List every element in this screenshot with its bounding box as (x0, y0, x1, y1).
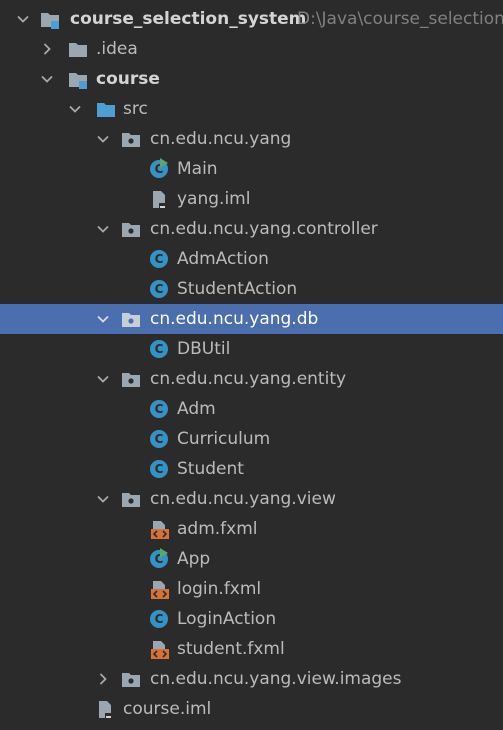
tree-label: yang.iml (177, 189, 251, 209)
tree-label: Adm (177, 399, 216, 419)
folder-icon (68, 40, 88, 58)
package-icon (121, 370, 141, 388)
tree-row-adm-action[interactable]: C AdmAction (0, 244, 503, 274)
tree-row-login-action[interactable]: C LoginAction (0, 604, 503, 634)
tree-label: cn.edu.ncu.yang.view (150, 489, 336, 509)
tree-label: course.iml (123, 699, 212, 719)
tree-row-dbutil[interactable]: C DBUtil (0, 334, 503, 364)
tree-label: App (177, 549, 211, 569)
chevron-down-icon[interactable] (94, 124, 112, 154)
fxml-file-icon (150, 520, 170, 539)
tree-label: course (96, 69, 160, 89)
tree-label: AdmAction (177, 249, 269, 269)
package-icon (121, 130, 141, 148)
tree-label: student.fxml (177, 639, 285, 659)
tree-row-adm-fxml[interactable]: adm.fxml (0, 514, 503, 544)
tree-row-root[interactable]: course_selection_system D:\Java\course_s… (0, 4, 503, 34)
tree-label: cn.edu.ncu.yang.controller (150, 219, 378, 239)
chevron-down-icon[interactable] (38, 64, 56, 94)
tree-row-package-yang[interactable]: cn.edu.ncu.yang (0, 124, 503, 154)
tree-row-curriculum[interactable]: C Curriculum (0, 424, 503, 454)
chevron-down-icon[interactable] (94, 214, 112, 244)
root-path: D:\Java\course_selection (297, 9, 503, 29)
tree-label: src (123, 99, 148, 119)
class-icon: C (150, 460, 168, 478)
fxml-file-icon (150, 640, 170, 659)
tree-label: StudentAction (177, 279, 298, 299)
tree-row-src[interactable]: src (0, 94, 503, 124)
tree-row-package-entity[interactable]: cn.edu.ncu.yang.entity (0, 364, 503, 394)
chevron-down-icon[interactable] (94, 364, 112, 394)
tree-label: Student (177, 459, 244, 479)
tree-row-package-controller[interactable]: cn.edu.ncu.yang.controller (0, 214, 503, 244)
tree-label: LoginAction (177, 609, 277, 629)
fxml-file-icon (150, 580, 170, 599)
tree-row-package-view-images[interactable]: cn.edu.ncu.yang.view.images (0, 664, 503, 694)
class-icon: C (150, 280, 168, 298)
tree-row-main[interactable]: C Main (0, 154, 503, 184)
tree-row-course[interactable]: course (0, 64, 503, 94)
source-folder-icon (96, 100, 116, 118)
tree-label: cn.edu.ncu.yang.view.images (150, 669, 402, 689)
tree-row-idea[interactable]: .idea (0, 34, 503, 64)
tree-row-adm[interactable]: C Adm (0, 394, 503, 424)
tree-row-login-fxml[interactable]: login.fxml (0, 574, 503, 604)
tree-label: cn.edu.ncu.yang (150, 129, 292, 149)
root-label: course_selection_system (70, 9, 307, 29)
tree-label: .idea (96, 39, 138, 59)
chevron-down-icon[interactable] (66, 94, 84, 124)
project-tree: course_selection_system D:\Java\course_s… (0, 4, 503, 724)
module-folder-icon (68, 70, 88, 89)
tree-label: cn.edu.ncu.yang.db (150, 309, 319, 329)
chevron-down-icon[interactable] (94, 484, 112, 514)
runnable-class-icon: C (150, 158, 168, 178)
tree-label: login.fxml (177, 579, 262, 599)
tree-label: Main (177, 159, 218, 179)
package-icon (121, 310, 141, 328)
class-icon: C (150, 340, 168, 358)
tree-label: Curriculum (177, 429, 271, 449)
runnable-class-icon: C (150, 548, 168, 568)
tree-label: cn.edu.ncu.yang.entity (150, 369, 347, 389)
chevron-down-icon[interactable] (94, 304, 112, 334)
tree-row-package-db[interactable]: cn.edu.ncu.yang.db (0, 304, 503, 334)
chevron-down-icon[interactable] (14, 4, 32, 34)
tree-row-app[interactable]: C App (0, 544, 503, 574)
tree-row-course-iml[interactable]: course.iml (0, 694, 503, 724)
class-icon: C (150, 430, 168, 448)
tree-row-student[interactable]: C Student (0, 454, 503, 484)
tree-row-yang-iml[interactable]: yang.iml (0, 184, 503, 214)
tree-label: adm.fxml (177, 519, 258, 539)
module-folder-icon (40, 10, 60, 29)
iml-file-icon (96, 700, 116, 719)
package-icon (121, 670, 141, 688)
tree-label: DBUtil (177, 339, 231, 359)
iml-file-icon (150, 190, 170, 209)
tree-row-student-fxml[interactable]: student.fxml (0, 634, 503, 664)
class-icon: C (150, 610, 168, 628)
tree-row-package-view[interactable]: cn.edu.ncu.yang.view (0, 484, 503, 514)
package-icon (121, 220, 141, 238)
chevron-right-icon[interactable] (38, 34, 56, 64)
package-icon (121, 490, 141, 508)
tree-row-student-action[interactable]: C StudentAction (0, 274, 503, 304)
class-icon: C (150, 250, 168, 268)
chevron-right-icon[interactable] (94, 664, 112, 694)
class-icon: C (150, 400, 168, 418)
